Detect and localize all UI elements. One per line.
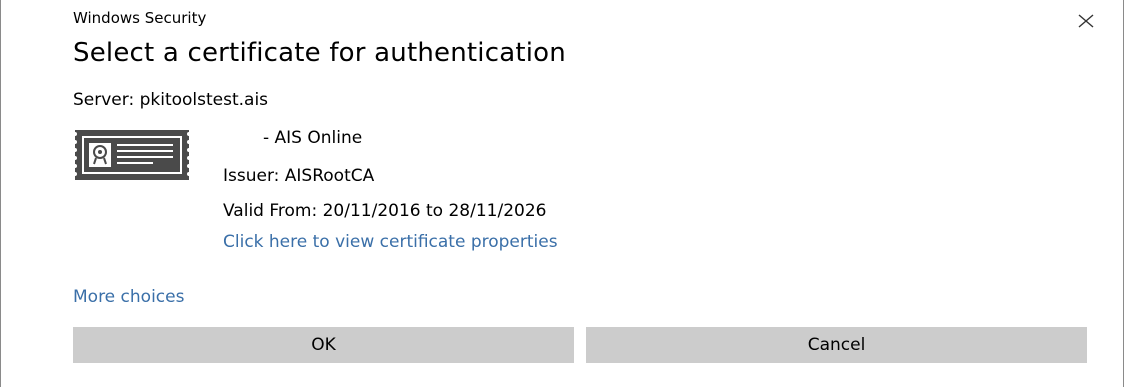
close-icon: [1078, 14, 1094, 28]
more-choices-link[interactable]: More choices: [73, 287, 184, 307]
view-certificate-properties-link[interactable]: Click here to view certificate propertie…: [223, 232, 558, 252]
ok-button[interactable]: OK: [73, 327, 574, 363]
window-title: Windows Security: [73, 9, 207, 27]
certificate-dialog: Windows Security Select a certificate fo…: [0, 0, 1124, 387]
certificate-issuer: Issuer: AISRootCA: [223, 166, 375, 186]
certificate-name: - AIS Online: [263, 128, 363, 148]
server-label: Server: pkitoolstest.ais: [73, 90, 269, 110]
close-button[interactable]: [1073, 8, 1099, 34]
dialog-heading: Select a certificate for authentication: [73, 38, 566, 68]
certificate-icon: [73, 128, 191, 182]
cancel-button[interactable]: Cancel: [586, 327, 1087, 363]
certificate-validity: Valid From: 20/11/2016 to 28/11/2026: [223, 201, 547, 221]
